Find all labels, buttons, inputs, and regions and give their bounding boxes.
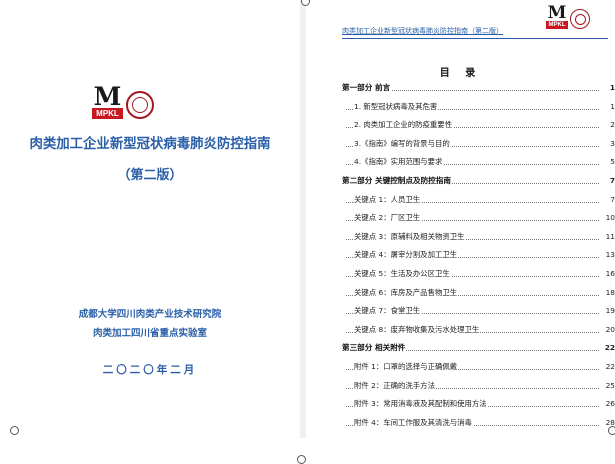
cover-org-line2: 肉类加工四川省重点实验室	[92, 328, 207, 339]
cover-logos: M MPKL	[92, 82, 154, 119]
toc-page-number: 2	[609, 118, 615, 133]
toc-label: 关键点 6：库房及产品售物卫生	[354, 285, 459, 300]
toc-entry-row[interactable]: 2. 肉类加工企业的防疫重要性 2	[306, 118, 615, 133]
toc-entry-row[interactable]: 1. 新型冠状病毒及其危害 1	[306, 99, 615, 114]
toc-entry-row[interactable]: 附件 1：口罩的选择与正确佩戴 22	[306, 360, 615, 374]
toc-page-number: 5	[609, 155, 615, 170]
toc-label: 附件 3：常用消毒液及其配制和使用方法	[354, 397, 488, 412]
header-mpkl-letter: M	[547, 3, 567, 23]
toc-title: 目 录	[439, 68, 482, 79]
mpkl-logo: M MPKL	[92, 82, 123, 119]
page-circle-icon	[297, 455, 306, 464]
toc-entry-row[interactable]: 附件 4：车间工作服及其清洗与消毒 28	[306, 415, 615, 430]
header-mpkl-text: MPKL	[546, 21, 568, 29]
toc-page: 肉类加工企业新型冠状病毒肺炎防控指南（第二版） M MPKL 目 录 第一部分 …	[306, 0, 615, 438]
toc-label: 3.《指南》编写的背景与目的	[354, 136, 451, 151]
toc-page-number: 20	[604, 322, 615, 337]
page-circle-icon	[10, 426, 19, 435]
header-logos: M MPKL	[546, 3, 590, 29]
toc-page-number: 1	[609, 99, 615, 114]
toc-label: 关键点 1：人员卫生	[354, 192, 422, 207]
toc-label: 4.《指南》实用范围与要求	[354, 155, 444, 170]
toc-entry-row[interactable]: 关键点 7：食堂卫生 19	[306, 304, 615, 319]
toc-entry-row[interactable]: 附件 3：常用消毒液及其配制和使用方法 26	[306, 397, 615, 412]
toc-entry-row[interactable]: 3.《指南》编写的背景与目的 3	[306, 136, 615, 151]
toc-entry-row[interactable]: 关键点 1：人员卫生 7	[306, 192, 615, 207]
toc-page-number: 1	[608, 81, 615, 95]
toc-part-row[interactable]: 第三部分 相关附件 22	[306, 341, 615, 356]
toc-page-number: 22	[603, 341, 615, 356]
toc-page-number: 7	[608, 174, 615, 188]
toc-part-row[interactable]: 第一部分 前言 1	[306, 81, 615, 95]
toc-label: 第二部分 关键控制点及防控指南	[342, 174, 452, 188]
university-seal-icon	[126, 91, 154, 119]
toc-entry-row[interactable]: 关键点 8：废弃物收集及污水处理卫生 20	[306, 322, 615, 337]
page-circle-icon	[608, 426, 615, 435]
toc-entry-row[interactable]: 关键点 4：屠宰分割及加工卫生 13	[306, 248, 615, 263]
toc-label: 关键点 3：原辅料及相关物资卫生	[354, 229, 466, 244]
toc-page-number: 10	[604, 211, 615, 226]
toc-page-number: 13	[604, 248, 615, 263]
mpkl-logo-letter: M	[93, 82, 122, 111]
mpkl-logo-text: MPKL	[92, 108, 123, 119]
toc-page-number: 16	[604, 267, 615, 281]
toc-entry-row[interactable]: 附件 2：正确的洗手方法 25	[306, 378, 615, 393]
running-header: 肉类加工企业新型冠状病毒肺炎防控指南（第二版）	[342, 27, 503, 35]
toc-page-number: 11	[604, 229, 615, 244]
toc-entry-row[interactable]: 关键点 6：库房及产品售物卫生 18	[306, 285, 615, 300]
toc-label: 附件 1：口罩的选择与正确佩戴	[354, 360, 459, 374]
toc-label: 2. 肉类加工企业的防疫重要性	[354, 118, 454, 133]
toc-page-number: 19	[604, 304, 615, 319]
toc-label: 关键点 4：屠宰分割及加工卫生	[354, 248, 459, 263]
toc-label: 关键点 2：厂区卫生	[354, 211, 422, 226]
toc-page-number: 26	[604, 397, 615, 412]
toc-entry-row[interactable]: 关键点 5：生活及办公区卫生 16	[306, 267, 615, 281]
toc-page-number: 18	[604, 285, 615, 300]
toc-label: 1. 新型冠状病毒及其危害	[354, 99, 439, 114]
toc-page-number: 3	[609, 136, 615, 151]
toc-page-number: 7	[609, 192, 615, 207]
toc-page-number: 25	[604, 378, 615, 393]
cover-date: 二〇二〇年二月	[102, 364, 198, 376]
cover-page: M MPKL 肉类加工企业新型冠状病毒肺炎防控指南 （第二版） 成都大学四川肉类…	[0, 0, 300, 438]
toc-part-row[interactable]: 第二部分 关键控制点及防控指南 7	[306, 174, 615, 188]
cover-org-line1: 成都大学四川肉类产业技术研究院	[78, 309, 222, 320]
header-rule	[342, 38, 608, 39]
toc-label: 关键点 8：废弃物收集及污水处理卫生	[354, 322, 481, 337]
toc-label: 附件 4：车间工作服及其清洗与消毒	[354, 415, 473, 430]
toc-page-number: 22	[604, 360, 615, 374]
toc-label: 第三部分 相关附件	[342, 341, 407, 356]
toc-label: 关键点 7：食堂卫生	[354, 304, 422, 319]
cover-edition: （第二版）	[117, 168, 183, 183]
toc-entry-row[interactable]: 关键点 2：厂区卫生 10	[306, 211, 615, 226]
header-mpkl-logo: M MPKL	[546, 3, 568, 29]
toc-label: 关键点 5：生活及办公区卫生	[354, 267, 451, 281]
toc-label: 附件 2：正确的洗手方法	[354, 378, 436, 393]
toc-entry-row[interactable]: 关键点 3：原辅料及相关物资卫生 11	[306, 229, 615, 244]
header-seal-icon	[570, 9, 590, 29]
toc-entry-row[interactable]: 4.《指南》实用范围与要求 5	[306, 155, 615, 170]
cover-title: 肉类加工企业新型冠状病毒肺炎防控指南	[29, 137, 271, 152]
toc-label: 第一部分 前言	[342, 81, 392, 95]
